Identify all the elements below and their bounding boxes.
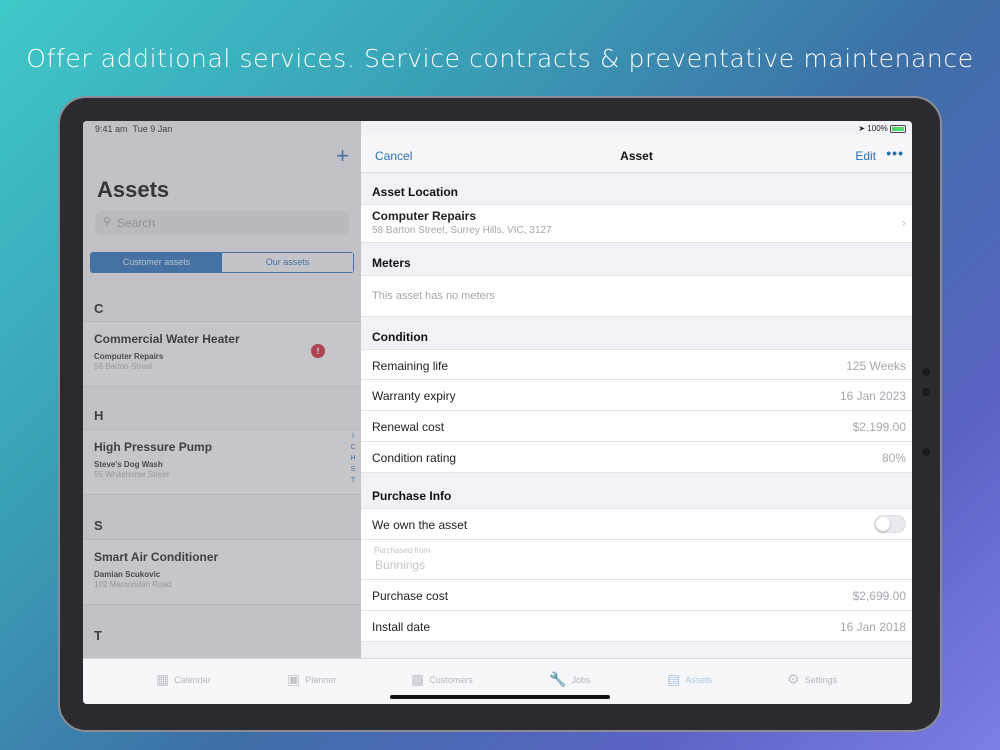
calendar-icon: ▦: [156, 671, 170, 687]
marketing-headline: Offer additional services. Service contr…: [26, 44, 974, 73]
asset-name: High Pressure Pump: [94, 440, 213, 454]
own-asset-row: We own the asset: [361, 508, 912, 540]
section-header: S: [94, 518, 103, 533]
section-index[interactable]: I C H S T: [348, 431, 358, 486]
install-date-row[interactable]: Install date 16 Jan 2018: [361, 611, 912, 642]
list-item[interactable]: Smart Air Conditioner Damian Scukovic 10…: [83, 539, 361, 605]
row-value: 16 Jan 2023: [839, 389, 906, 403]
condition-row-renewal-cost[interactable]: Renewal cost $2,199.00: [361, 411, 912, 442]
alert-icon: !: [311, 344, 325, 358]
side-sensor: [922, 448, 930, 456]
nav-title: Asset: [620, 149, 653, 163]
status-bar-right: ➤ 100%: [858, 124, 906, 133]
edit-button[interactable]: Edit: [855, 149, 876, 163]
asset-customer: Computer Repairs: [94, 352, 164, 361]
location-address: 58 Barton Street, Surrey Hills, VIC, 312…: [372, 225, 552, 236]
purchased-from-field[interactable]: Purchased from Bunnings: [361, 540, 912, 580]
section-header: C: [94, 301, 104, 316]
search-icon: ⚲: [103, 216, 112, 228]
field-label: Purchased from: [374, 546, 431, 555]
condition-row-remaining-life[interactable]: Remaining life 125 Weeks: [361, 349, 912, 380]
battery-percent: 100%: [867, 124, 888, 133]
row-label: Renewal cost: [372, 420, 445, 434]
assets-list-panel: 9:41 am Tue 9 Jan + Assets ⚲ Search Cust…: [83, 121, 361, 658]
row-value: 80%: [881, 451, 906, 465]
condition-row-condition-rating[interactable]: Condition rating 80%: [361, 442, 912, 473]
asset-customer: Steve's Dog Wash: [94, 460, 163, 469]
meters-empty-row: This asset has no meters: [361, 275, 912, 317]
list-item[interactable]: High Pressure Pump Steve's Dog Wash 55 W…: [83, 429, 361, 495]
asset-address: 55 Whitehorse Street: [94, 470, 170, 479]
tab-customers[interactable]: ▩ Customers: [411, 671, 473, 688]
row-value: $2,199.00: [852, 420, 906, 434]
tab-jobs[interactable]: 🔧 Jobs: [549, 671, 590, 688]
status-time: 9:41 am Tue 9 Jan: [95, 124, 173, 134]
home-indicator[interactable]: [390, 695, 610, 699]
asset-address: 58 Barton Street: [94, 362, 153, 371]
condition-row-warranty-expiry[interactable]: Warranty expiry 16 Jan 2023: [361, 380, 912, 411]
section-header-purchase: Purchase Info: [372, 489, 452, 503]
section-header: H: [94, 408, 104, 423]
tab-settings[interactable]: ⚙ Settings: [787, 671, 837, 688]
field-value: Bunnings: [375, 558, 426, 572]
asset-name: Commercial Water Heater: [94, 332, 240, 346]
asset-name: Smart Air Conditioner: [94, 550, 219, 564]
asset-location-row[interactable]: Computer Repairs 58 Barton Street, Surre…: [361, 204, 912, 243]
section-header-meters: Meters: [372, 256, 411, 270]
battery-icon: [890, 124, 906, 133]
page-title: Assets: [97, 177, 170, 202]
row-value: $2,699.00: [852, 589, 906, 603]
location-icon: ➤: [858, 124, 866, 133]
side-sensor: [922, 368, 930, 376]
asset-address: 102 Maroondah Road: [94, 580, 172, 589]
row-label: Condition rating: [372, 451, 457, 465]
more-options-icon[interactable]: •••: [886, 145, 904, 161]
gear-icon: ⚙: [787, 671, 800, 687]
section-header-location: Asset Location: [372, 185, 459, 199]
tab-planner[interactable]: ▣ Planner: [287, 671, 336, 688]
section-header-condition: Condition: [372, 330, 428, 344]
row-label: Remaining life: [372, 359, 449, 373]
location-name: Computer Repairs: [372, 209, 477, 223]
customers-icon: ▩: [411, 671, 425, 687]
row-label: Install date: [372, 620, 431, 634]
wrench-icon: 🔧: [549, 671, 567, 687]
purchase-cost-row[interactable]: Purchase cost $2,699.00: [361, 580, 912, 611]
row-value: 16 Jan 2018: [839, 620, 906, 634]
nav-bar: Cancel Asset Edit •••: [361, 135, 912, 173]
index-letter[interactable]: C: [348, 442, 358, 453]
ipad-screen: 9:41 am Tue 9 Jan + Assets ⚲ Search Cust…: [83, 121, 912, 704]
side-sensor: [922, 388, 930, 396]
planner-icon: ▣: [287, 671, 301, 687]
row-label: Warranty expiry: [372, 389, 456, 403]
list-item[interactable]: Commercial Water Heater Computer Repairs…: [83, 321, 361, 387]
assets-icon: ▤: [667, 671, 681, 687]
tab-calendar[interactable]: ▦ Calendar: [156, 671, 211, 688]
index-letter[interactable]: H: [348, 453, 358, 464]
asset-type-segment: Customer assets Our assets: [90, 252, 354, 273]
segment-our-assets[interactable]: Our assets: [222, 253, 353, 272]
asset-customer: Damian Scukovic: [94, 570, 161, 579]
add-asset-button[interactable]: +: [336, 143, 349, 169]
own-asset-toggle[interactable]: [874, 515, 906, 533]
asset-detail-panel: ➤ 100% Cancel Asset Edit ••• Asset Locat…: [361, 121, 912, 658]
row-label: Purchase cost: [372, 589, 449, 603]
chevron-right-icon: ›: [901, 215, 906, 230]
search-input[interactable]: ⚲ Search: [95, 211, 349, 235]
index-letter[interactable]: S: [348, 464, 358, 475]
tab-assets[interactable]: ▤ Assets: [667, 671, 712, 688]
row-label: We own the asset: [372, 518, 468, 532]
meters-empty-text: This asset has no meters: [372, 290, 495, 302]
segment-customer-assets[interactable]: Customer assets: [91, 253, 222, 272]
index-letter[interactable]: I: [348, 431, 358, 442]
index-letter[interactable]: T: [348, 475, 358, 486]
row-value: 125 Weeks: [846, 359, 906, 373]
section-header: T: [94, 628, 102, 643]
